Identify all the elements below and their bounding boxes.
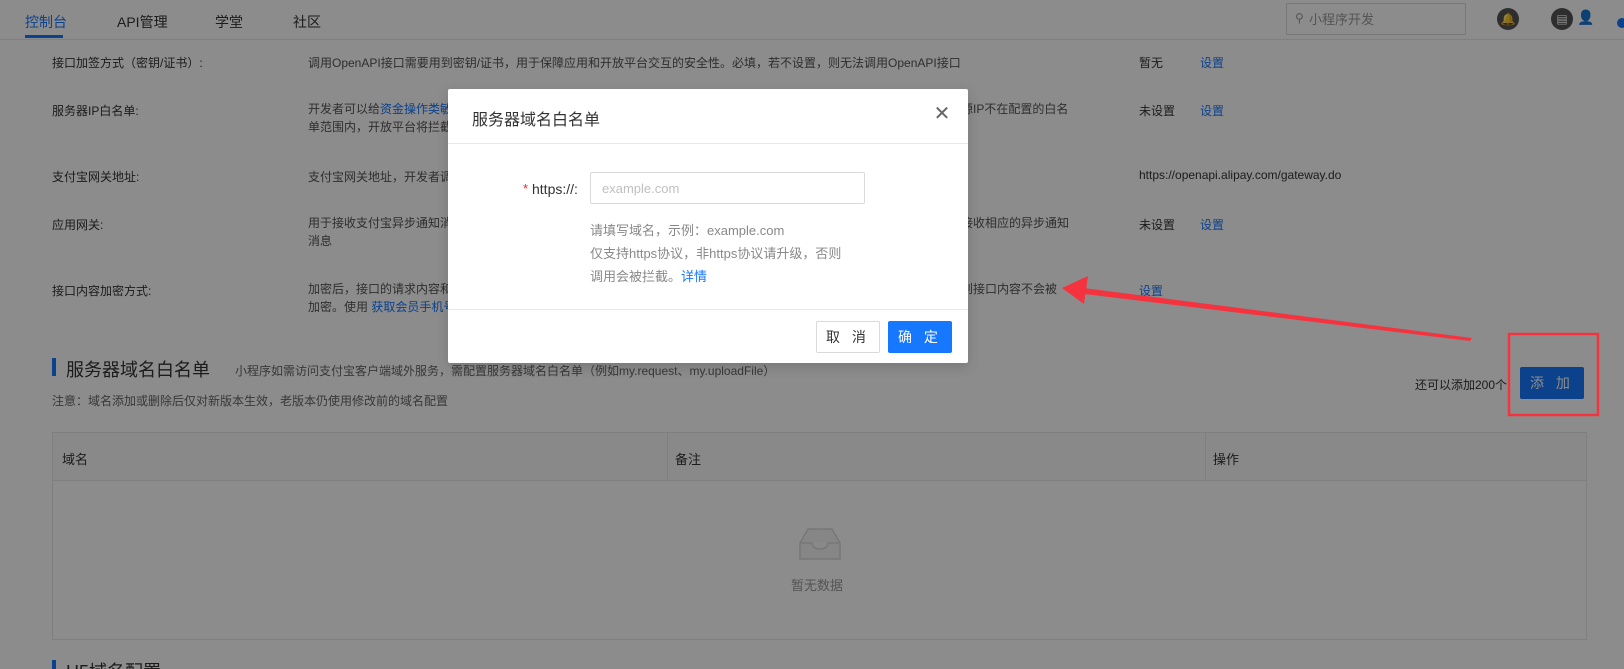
modal-footer: 取 消 确 定 bbox=[448, 309, 968, 363]
details-link[interactable]: 详情 bbox=[681, 269, 707, 284]
close-icon[interactable]: ✕ bbox=[932, 104, 952, 124]
modal-title: 服务器域名白名单 bbox=[472, 112, 601, 129]
domain-whitelist-modal: 服务器域名白名单 ✕ * https://: 请填写域名，示例：example.… bbox=[448, 89, 968, 363]
https-field-label: https://: bbox=[532, 181, 578, 197]
domain-input[interactable] bbox=[590, 172, 865, 204]
confirm-button[interactable]: 确 定 bbox=[888, 321, 952, 353]
hint-text-line: 调用会被拦截。 bbox=[590, 269, 682, 284]
hint-text: 请填写域名，示例：example.com bbox=[590, 223, 785, 238]
hint-text: 调用会被拦截。详情 bbox=[590, 266, 707, 285]
required-mark: * bbox=[523, 181, 529, 196]
hint-text: 仅支持https协议，非https协议请升级，否则 bbox=[590, 246, 842, 261]
cancel-button[interactable]: 取 消 bbox=[816, 321, 880, 353]
modal-header: 服务器域名白名单 ✕ bbox=[448, 89, 968, 144]
